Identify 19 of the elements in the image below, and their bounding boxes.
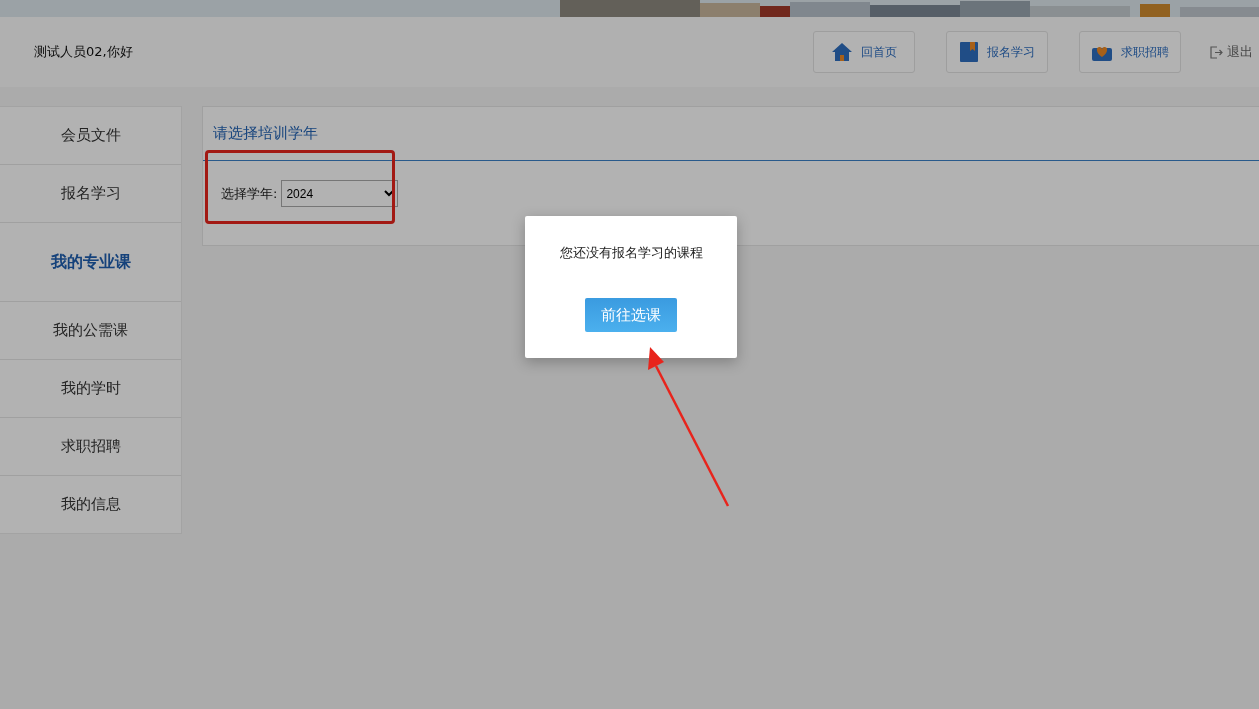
sidebar-item[interactable]: 求职招聘	[0, 418, 181, 476]
sidebar-item[interactable]: 报名学习	[0, 165, 181, 223]
sidebar-item[interactable]: 会员文件	[0, 107, 181, 165]
sidebar-item[interactable]: 我的专业课	[0, 223, 181, 302]
sidebar-item[interactable]: 我的学时	[0, 360, 181, 418]
panel-title: 请选择培训学年	[203, 107, 1259, 161]
logout-link[interactable]: 退出	[1210, 43, 1253, 61]
select-label: 选择学年:	[221, 184, 278, 203]
year-select[interactable]: 2024	[281, 180, 399, 207]
nav-button[interactable]: 求职招聘	[1079, 31, 1181, 73]
nav-button[interactable]: 报名学习	[946, 31, 1048, 73]
book-icon	[959, 41, 979, 63]
nav-button[interactable]: 回首页	[813, 31, 915, 73]
greeting-text: 测试人员02,你好	[34, 43, 134, 61]
sidebar-item[interactable]: 我的公需课	[0, 302, 181, 360]
sidebar-item[interactable]: 我的信息	[0, 476, 181, 533]
house-icon	[831, 42, 853, 62]
logout-icon	[1210, 45, 1223, 59]
dialog-message: 您还没有报名学习的课程	[559, 244, 703, 262]
